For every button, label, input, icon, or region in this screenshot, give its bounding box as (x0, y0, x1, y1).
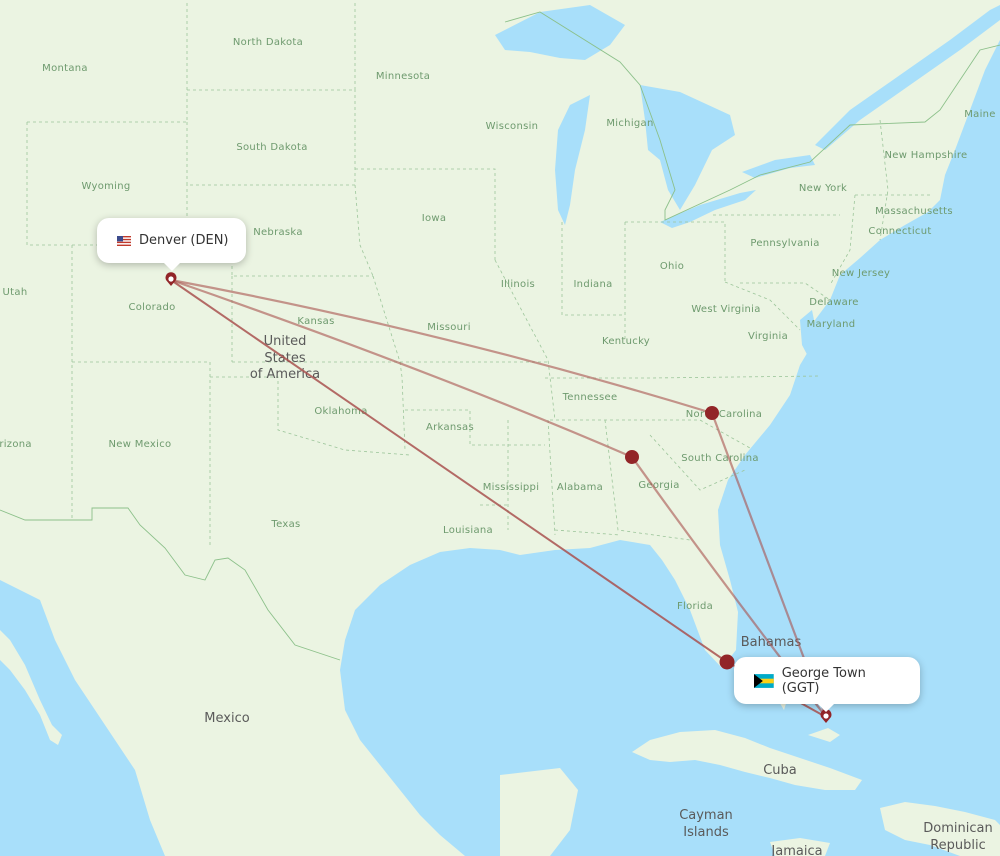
state-label-ohio: Ohio (660, 261, 684, 272)
state-label-oklahoma: Oklahoma (314, 406, 367, 417)
state-label-minnesota: Minnesota (376, 71, 430, 82)
state-label-new-jersey: New Jersey (832, 268, 890, 279)
pin-center (823, 713, 829, 719)
state-label-utah: Utah (3, 287, 28, 298)
state-label-new-york: New York (799, 183, 847, 194)
stopover-marker-north-carolina[interactable] (705, 406, 719, 420)
state-label-wisconsin: Wisconsin (486, 121, 539, 132)
state-label-mississippi: Mississippi (483, 482, 540, 493)
state-label-georgia: Georgia (638, 480, 679, 491)
state-label-connecticut: Connecticut (868, 226, 931, 237)
bahamas-flag-icon (754, 673, 774, 688)
country-label-dominican-line2: Republic (930, 838, 986, 853)
country-label-mexico: Mexico (204, 711, 249, 726)
country-label-usa-line1: United (264, 334, 307, 349)
destination-airport-popup[interactable]: George Town (GGT) (734, 657, 920, 712)
state-label-north-dakota: North Dakota (233, 37, 303, 48)
state-label-nebraska: Nebraska (253, 227, 303, 238)
us-flag-icon (117, 235, 131, 246)
state-label-florida: Florida (677, 601, 713, 612)
state-label-new-hampshire: New Hampshire (885, 150, 968, 161)
pin-center (168, 276, 174, 282)
state-label-massachusetts: Massachusetts (875, 206, 953, 217)
state-label-arizona: Arizona (0, 439, 32, 450)
country-label-cayman-line1: Cayman (679, 808, 733, 823)
state-label-kentucky: Kentucky (602, 336, 650, 347)
route-map[interactable]: Montana North Dakota Minnesota South Dak… (0, 0, 1000, 856)
state-label-louisiana: Louisiana (443, 525, 493, 536)
state-label-pennsylvania: Pennsylvania (750, 238, 819, 249)
state-label-kansas: Kansas (297, 316, 334, 327)
state-label-north-carolina: North Carolina (686, 409, 763, 420)
state-label-west-virginia: West Virginia (691, 304, 760, 315)
state-label-south-dakota: South Dakota (236, 142, 307, 153)
state-label-arkansas: Arkansas (426, 422, 474, 433)
baja-land (0, 630, 62, 745)
state-label-new-mexico: New Mexico (109, 439, 172, 450)
yucatan-land (500, 768, 578, 856)
country-label-bahamas: Bahamas (741, 635, 802, 650)
country-label-dominican-line1: Dominican (923, 821, 992, 836)
state-label-maryland: Maryland (807, 319, 856, 330)
stopover-marker-florida[interactable] (719, 654, 735, 670)
state-label-alabama: Alabama (557, 482, 603, 493)
state-label-indiana: Indiana (573, 279, 612, 290)
state-label-maine: Maine (964, 109, 996, 120)
state-label-delaware: Delaware (809, 297, 859, 308)
state-label-south-carolina: South Carolina (681, 453, 759, 464)
state-label-wyoming: Wyoming (81, 181, 130, 192)
state-label-colorado: Colorado (128, 302, 175, 313)
state-label-virginia: Virginia (748, 331, 788, 342)
origin-airport-label: Denver (DEN) (139, 233, 229, 248)
state-label-iowa: Iowa (422, 213, 447, 224)
destination-airport-label: George Town (GGT) (781, 665, 866, 696)
state-label-missouri: Missouri (427, 322, 471, 333)
stopover-marker-georgia[interactable] (625, 450, 639, 464)
state-label-montana: Montana (42, 63, 88, 74)
state-label-illinois: Illinois (501, 279, 535, 290)
country-label-jamaica: Jamaica (770, 844, 822, 856)
state-label-tennessee: Tennessee (562, 392, 618, 403)
state-label-texas: Texas (270, 519, 300, 530)
origin-airport-popup[interactable]: Denver (DEN) (97, 218, 246, 271)
country-label-cayman-line2: Islands (683, 825, 729, 840)
country-label-cuba: Cuba (763, 763, 797, 778)
state-label-michigan: Michigan (606, 118, 653, 129)
